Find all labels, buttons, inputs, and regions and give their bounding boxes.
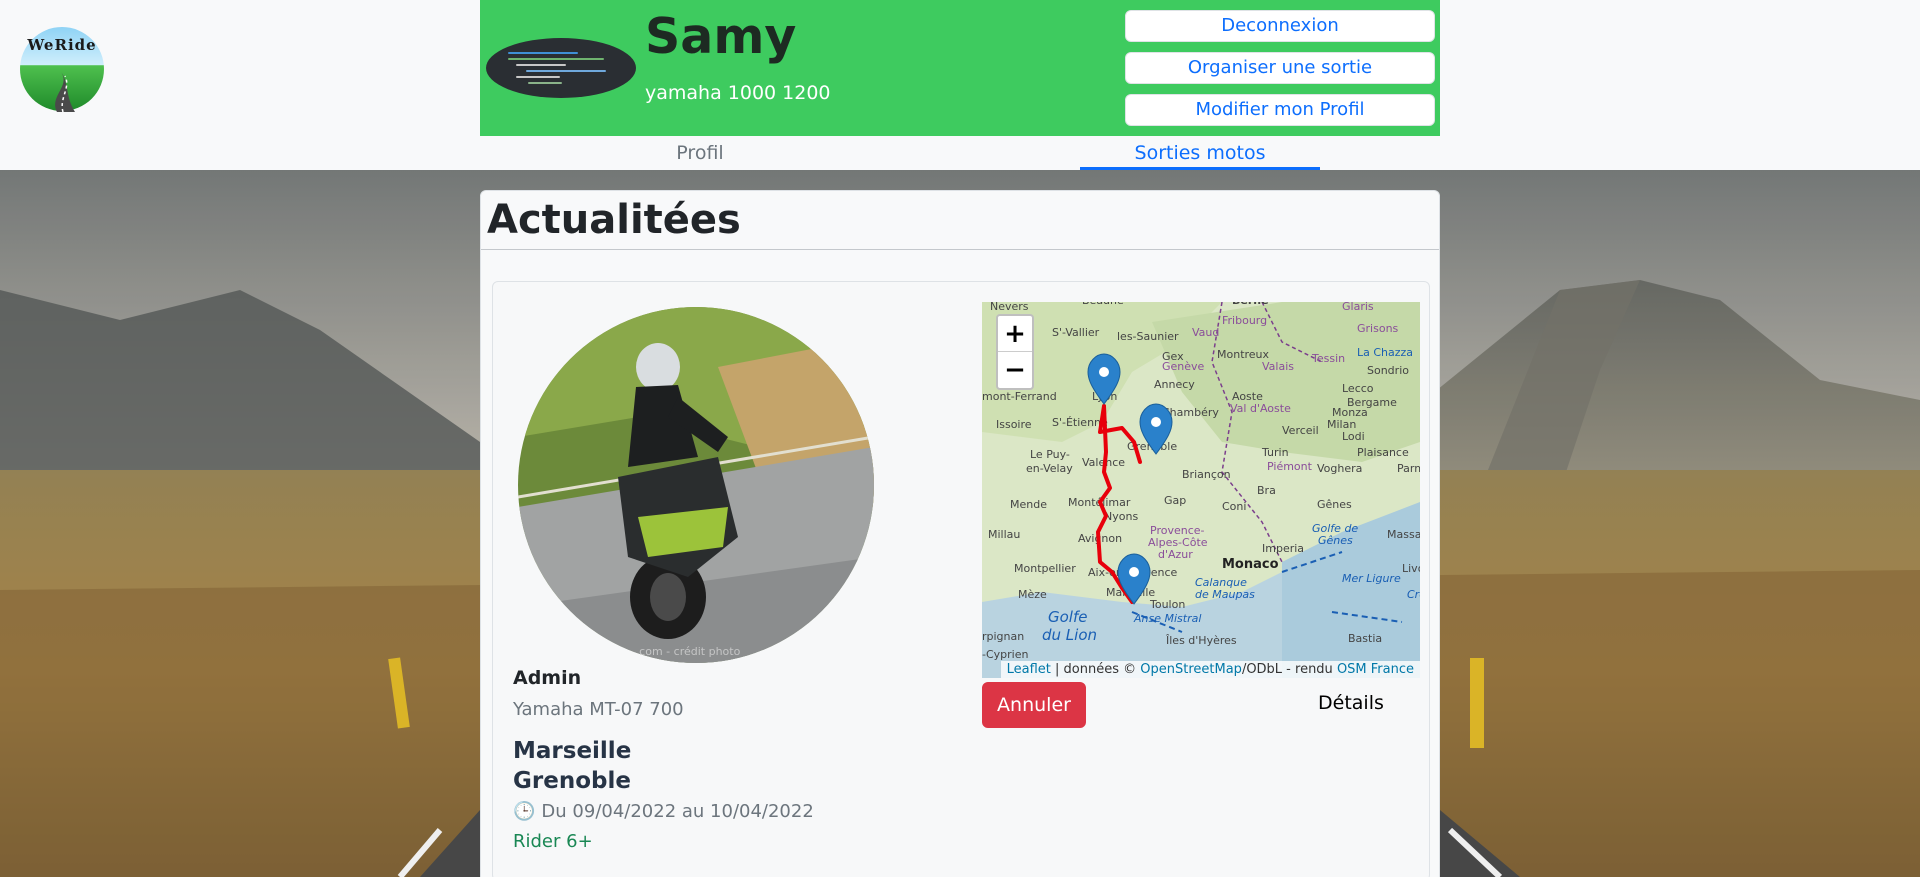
- user-name: Samy: [645, 8, 797, 65]
- attribution-text-2: /ODbL - rendu: [1241, 662, 1337, 677]
- svg-text:Lodi: Lodi: [1342, 430, 1365, 443]
- svg-text:Tessin: Tessin: [1311, 352, 1345, 365]
- svg-text:Beaune: Beaune: [1082, 302, 1124, 307]
- svg-text:Mer Ligure: Mer Ligure: [1342, 572, 1401, 585]
- weride-logo[interactable]: WeRide: [19, 26, 105, 113]
- svg-text:Issoire: Issoire: [996, 418, 1032, 431]
- osm-link[interactable]: OpenStreetMap: [1140, 662, 1242, 677]
- edit-profile-button[interactable]: Modifier mon Profil: [1125, 94, 1435, 126]
- route-map[interactable]: Nevers Beaune Berne Glaris Grisons S'-Valli…: [982, 302, 1420, 678]
- ride-details-link[interactable]: Détails: [1318, 692, 1384, 714]
- profile-banner: Samy yamaha 1000 1200 Deconnexion Organi…: [480, 0, 1440, 136]
- svg-text:Anse Mistral: Anse Mistral: [1133, 612, 1201, 625]
- svg-text:Parme: Parme: [1397, 462, 1420, 475]
- ride-author-motorcycle: Yamaha MT-07 700: [513, 699, 684, 720]
- svg-text:Piémont: Piémont: [1267, 460, 1313, 473]
- svg-text:en-Velay: en-Velay: [1026, 462, 1073, 475]
- svg-text:les-Saunier: les-Saunier: [1117, 330, 1179, 343]
- svg-text:Toulon: Toulon: [1149, 598, 1185, 611]
- ride-dates: 🕒 Du 09/04/2022 au 10/04/2022: [513, 801, 814, 822]
- main-tabs: Profil Sorties motos: [480, 138, 1440, 170]
- svg-text:Le Puy-: Le Puy-: [1030, 448, 1070, 461]
- svg-text:Verceil: Verceil: [1282, 424, 1319, 437]
- map-attribution: Leaflet | données © OpenStreetMap/ODbL -…: [1000, 661, 1420, 678]
- svg-text:Nevers: Nevers: [990, 302, 1029, 313]
- svg-text:Plaisance: Plaisance: [1357, 446, 1409, 459]
- ride-start-city: Marseille: [513, 738, 632, 764]
- user-motorcycle: yamaha 1000 1200: [645, 82, 831, 104]
- svg-text:Coni: Coni: [1222, 500, 1246, 513]
- svg-text:de Maupas: de Maupas: [1195, 588, 1255, 601]
- svg-text:Gênes: Gênes: [1317, 498, 1352, 511]
- svg-text:Livou: Livou: [1402, 562, 1420, 575]
- svg-text:mont-Ferrand: mont-Ferrand: [982, 390, 1057, 403]
- svg-text:Bra: Bra: [1257, 484, 1276, 497]
- svg-text:La Chazza: La Chazza: [1357, 346, 1413, 359]
- tab-profile[interactable]: Profil: [620, 140, 780, 170]
- top-header: WeRide Samy yamaha 1000 1200 Deconnexion…: [0, 0, 1920, 170]
- svg-text:Vaud: Vaud: [1192, 326, 1219, 339]
- tab-rides[interactable]: Sorties motos: [1080, 140, 1320, 170]
- svg-text:Crep: Crep: [1407, 588, 1420, 601]
- ride-author: Admin: [513, 667, 582, 689]
- ride-photo: .com - crédit photo: [518, 307, 874, 663]
- svg-text:Millau: Millau: [988, 528, 1020, 541]
- profile-cover-image: [486, 38, 636, 98]
- svg-text:Valais: Valais: [1262, 360, 1294, 373]
- page-title: Actualitées: [487, 197, 741, 243]
- map-zoom-control: + −: [996, 314, 1034, 390]
- svg-text:Grisons: Grisons: [1357, 322, 1399, 335]
- organize-ride-button[interactable]: Organiser une sortie: [1125, 52, 1435, 84]
- svg-text:Imperia: Imperia: [1262, 542, 1304, 555]
- clock-icon: 🕒: [513, 801, 536, 822]
- logout-button[interactable]: Deconnexion: [1125, 10, 1435, 42]
- svg-text:Gênes: Gênes: [1318, 534, 1353, 547]
- svg-text:Golfe: Golfe: [1048, 608, 1087, 626]
- svg-text:.com - crédit photo: .com - crédit photo: [636, 645, 741, 658]
- svg-text:S'-Vallier: S'-Vallier: [1052, 326, 1100, 339]
- svg-text:d'Azur: d'Azur: [1158, 548, 1193, 561]
- svg-text:Îles d'Hyères: Îles d'Hyères: [1165, 634, 1237, 647]
- svg-text:Val d'Aoste: Val d'Aoste: [1230, 402, 1291, 415]
- osm-france-link[interactable]: OSM France: [1337, 662, 1414, 677]
- svg-text:Glaris: Glaris: [1342, 302, 1374, 313]
- svg-text:Mende: Mende: [1010, 498, 1047, 511]
- svg-text:Nyons: Nyons: [1104, 510, 1138, 523]
- svg-text:Voghera: Voghera: [1317, 462, 1362, 475]
- svg-text:-Cyprien: -Cyprien: [982, 648, 1028, 661]
- header-actions: Deconnexion Organiser une sortie Modifie…: [1125, 10, 1435, 136]
- ride-level-badge: Rider 6+: [513, 831, 593, 852]
- svg-text:Turin: Turin: [1261, 446, 1289, 459]
- zoom-in-button[interactable]: +: [998, 316, 1032, 352]
- svg-text:Berne: Berne: [1232, 302, 1269, 307]
- svg-text:du Lion: du Lion: [1042, 626, 1097, 644]
- svg-text:Bastia: Bastia: [1348, 632, 1382, 645]
- svg-text:Fribourg: Fribourg: [1222, 314, 1267, 327]
- svg-text:Briançon: Briançon: [1182, 468, 1231, 481]
- svg-text:rpignan: rpignan: [982, 630, 1024, 643]
- ride-end-city: Grenoble: [513, 768, 631, 794]
- svg-text:Lecco: Lecco: [1342, 382, 1374, 395]
- zoom-out-button[interactable]: −: [998, 352, 1032, 388]
- ride-date-range: Du 09/04/2022 au 10/04/2022: [541, 801, 814, 822]
- svg-text:WeRide: WeRide: [26, 36, 96, 54]
- leaflet-link[interactable]: Leaflet: [1007, 662, 1051, 677]
- news-feed-panel: Actualitées .com - crédit photo Admin Ya…: [480, 190, 1440, 877]
- ride-card: .com - crédit photo Admin Yamaha MT-07 7…: [492, 281, 1430, 877]
- svg-text:Monaco: Monaco: [1222, 557, 1279, 572]
- svg-text:Montpellier: Montpellier: [1014, 562, 1076, 575]
- cancel-ride-button[interactable]: Annuler: [982, 682, 1086, 728]
- svg-text:Sondrio: Sondrio: [1367, 364, 1409, 377]
- svg-text:Mèze: Mèze: [1018, 588, 1047, 601]
- svg-text:Gap: Gap: [1164, 494, 1186, 507]
- svg-text:Annecy: Annecy: [1154, 378, 1195, 391]
- attribution-text: | données ©: [1050, 662, 1141, 677]
- svg-text:Gex: Gex: [1162, 350, 1184, 363]
- divider: [481, 249, 1439, 250]
- svg-text:Massa: Massa: [1387, 528, 1420, 541]
